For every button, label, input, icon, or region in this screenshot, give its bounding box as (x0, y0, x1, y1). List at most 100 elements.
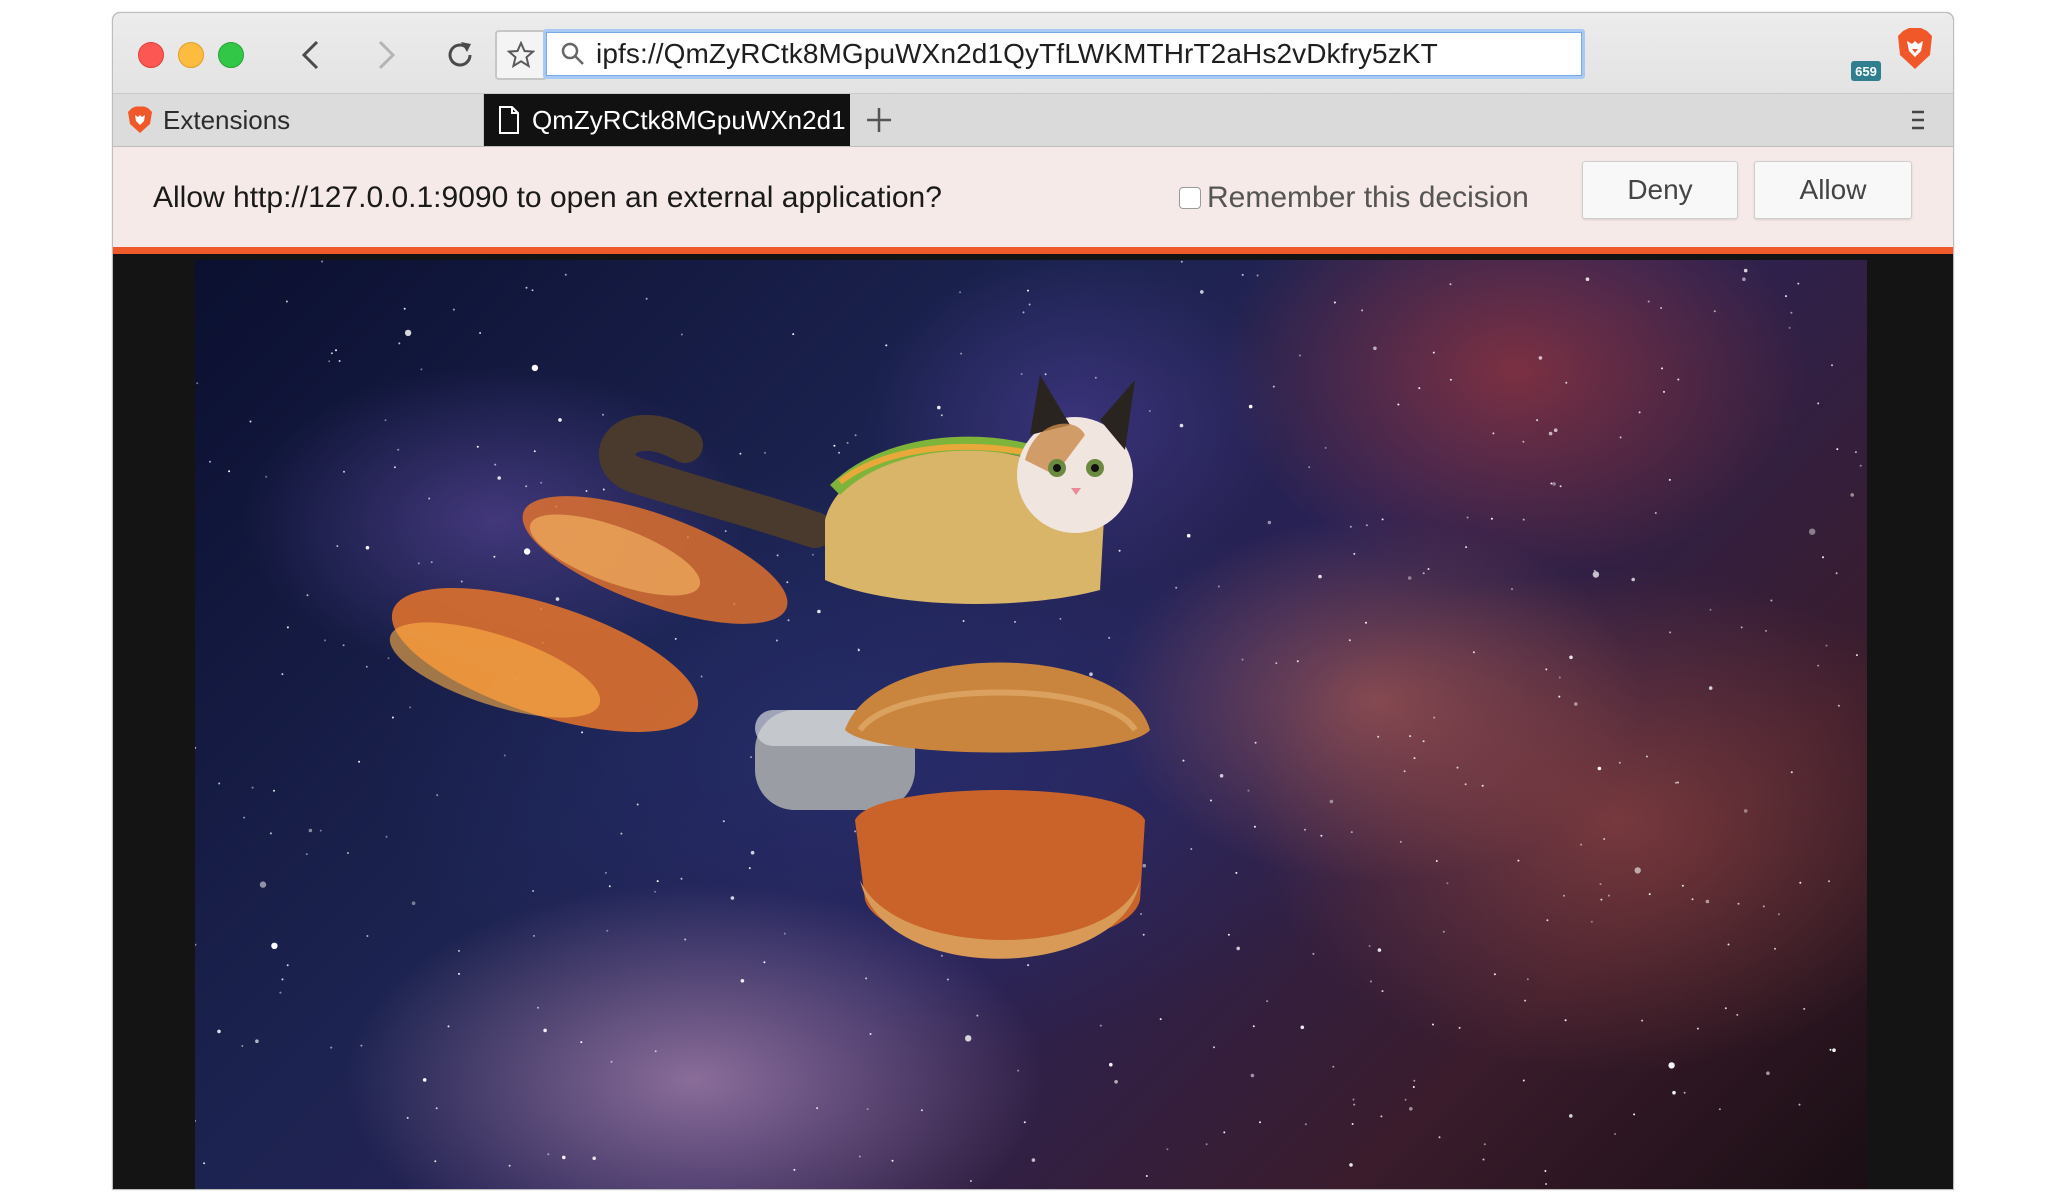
bookmark-button[interactable] (495, 30, 545, 80)
tab-ipfs-page[interactable]: QmZyRCtk8MGpuWXn2d1 (484, 94, 850, 146)
star (343, 470, 345, 473)
star (1552, 482, 1556, 486)
star (547, 1153, 550, 1156)
star (336, 545, 339, 548)
new-tab-button[interactable] (861, 102, 897, 138)
star (286, 964, 289, 967)
star (564, 273, 567, 276)
star (1574, 702, 1578, 706)
star (397, 448, 400, 451)
star (1377, 735, 1380, 738)
star (1522, 440, 1525, 443)
minimize-window-button[interactable] (178, 42, 204, 68)
star (1248, 404, 1253, 409)
star (937, 405, 941, 410)
star (452, 308, 455, 311)
star (940, 954, 943, 957)
star (330, 352, 333, 355)
star (1377, 948, 1382, 952)
remember-label: Remember this decision (1207, 181, 1529, 214)
tab-label: Extensions (163, 104, 291, 135)
checkbox-box[interactable] (1179, 187, 1201, 209)
star (866, 1108, 869, 1111)
star (1442, 930, 1445, 933)
star (865, 977, 868, 980)
star (1569, 655, 1573, 660)
tab-extensions[interactable]: Extensions (113, 94, 484, 146)
star (1241, 658, 1244, 661)
star (858, 1155, 861, 1158)
star (1298, 354, 1301, 357)
star (885, 344, 888, 347)
star (792, 333, 795, 336)
star (1661, 367, 1663, 370)
star (406, 1116, 409, 1119)
star (209, 460, 211, 463)
star (1718, 1108, 1721, 1111)
reload-button[interactable] (438, 35, 482, 75)
star (403, 307, 406, 310)
star (1353, 1103, 1356, 1106)
star (540, 481, 543, 484)
star (1227, 933, 1230, 936)
extension-badge[interactable]: 659 (1851, 61, 1881, 81)
star (1179, 423, 1184, 428)
star (1254, 741, 1257, 744)
star (1481, 784, 1484, 787)
hamburger-menu-icon (1912, 110, 1924, 130)
star (428, 497, 431, 500)
star (1832, 1048, 1836, 1052)
star (783, 932, 786, 935)
menu-button[interactable] (1903, 104, 1933, 136)
deny-button[interactable]: Deny (1582, 161, 1738, 219)
star (1691, 898, 1694, 901)
star (1403, 770, 1406, 773)
zoom-window-button[interactable] (218, 42, 244, 68)
star (1118, 549, 1121, 552)
star (1300, 1025, 1305, 1030)
star (1142, 863, 1147, 868)
star (700, 675, 703, 678)
close-window-button[interactable] (138, 42, 164, 68)
star (1825, 644, 1828, 647)
url-text[interactable]: ipfs://QmZyRCtk8MGpuWXn2d1QyTfLWKMTHrT2a… (596, 38, 1438, 70)
star (1668, 1062, 1675, 1069)
star (308, 828, 313, 833)
star (1381, 518, 1384, 521)
star (1432, 351, 1435, 354)
star (1736, 1013, 1739, 1016)
star (1597, 766, 1602, 771)
star (562, 1155, 566, 1160)
star (1855, 654, 1858, 657)
star (1142, 933, 1145, 936)
star (1563, 894, 1565, 897)
brave-shields-icon[interactable] (1895, 27, 1935, 76)
star (430, 561, 433, 564)
star (543, 1028, 547, 1033)
star (1524, 999, 1527, 1002)
star (1645, 755, 1648, 758)
allow-button[interactable]: Allow (1754, 161, 1912, 219)
star (525, 485, 528, 488)
forward-button[interactable] (365, 35, 409, 75)
star (1223, 1131, 1226, 1134)
star (750, 850, 755, 855)
star (1822, 556, 1824, 559)
star (1027, 964, 1030, 967)
back-button[interactable] (288, 35, 332, 75)
star (531, 364, 539, 372)
remember-decision-checkbox[interactable]: Remember this decision (1179, 181, 1529, 215)
star (384, 419, 387, 422)
star (1464, 783, 1467, 786)
star (602, 488, 605, 491)
star (1349, 525, 1352, 528)
star (1762, 905, 1765, 908)
url-bar[interactable]: ipfs://QmZyRCtk8MGpuWXn2d1QyTfLWKMTHrT2a… (543, 29, 1585, 79)
star (636, 803, 639, 806)
star (1837, 704, 1840, 707)
star (1308, 466, 1311, 469)
star (342, 644, 345, 647)
star (1727, 943, 1730, 946)
star (1550, 482, 1553, 485)
star (255, 1039, 259, 1043)
